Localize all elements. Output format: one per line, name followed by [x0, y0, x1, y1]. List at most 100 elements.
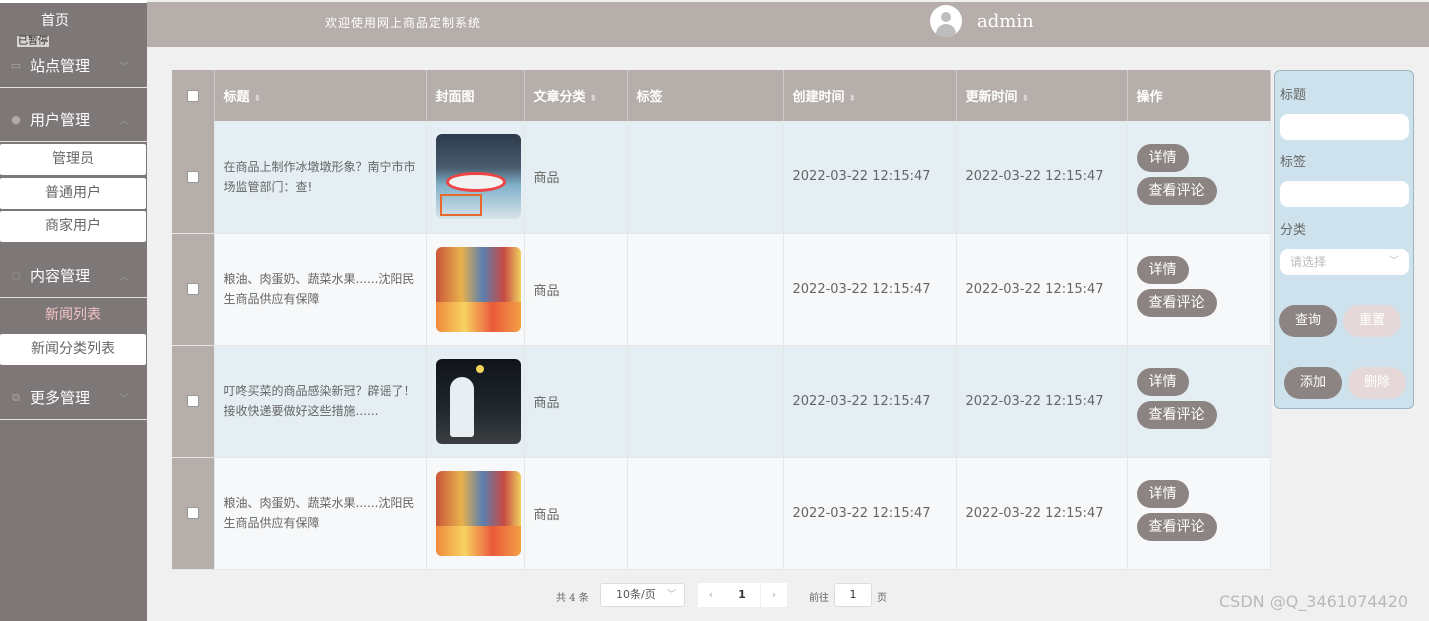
table-row: 粮油、肉蛋奶、蔬菜水果......沈阳民生商品供应有保障 商品 2022-03-… [172, 233, 1271, 346]
reset-button[interactable]: 重置 [1343, 305, 1401, 337]
system-title: 欢迎使用网上商品定制系统 [325, 16, 482, 30]
cover-cell [426, 121, 525, 234]
table-header-row: 标题 ⬍ 封面图 文章分类 ⬍ 标签 创建时间 ⬍ 更新时间 ⬍ 操作 [172, 70, 1271, 121]
watermark: CSDN @Q_3461074420 [1219, 592, 1409, 611]
view-comments-button[interactable]: 查看评论 [1136, 176, 1217, 205]
tag-filter-label: 标签 [1280, 155, 1307, 170]
title-cell: 叮咚买菜的商品感染新冠？辟谣了！接收快递要做好这些措施...... [214, 345, 427, 458]
row-checkbox[interactable] [186, 170, 199, 183]
monitor-icon: ▭ [10, 59, 22, 72]
prev-page-button[interactable]: ‹ [698, 583, 724, 607]
category-cell: 商品 [524, 457, 628, 570]
cover-fruit-shape [435, 301, 521, 332]
detail-button[interactable]: 详情 [1136, 256, 1189, 284]
cover-image[interactable] [435, 470, 521, 556]
category-cell: 商品 [524, 121, 628, 234]
column-cover: 封面图 [426, 70, 525, 121]
detail-button[interactable]: 详情 [1136, 480, 1189, 508]
menu-user-management[interactable]: ● 用户管理 ︿ [0, 98, 147, 142]
column-updated[interactable]: 更新时间 ⬍ [956, 70, 1128, 121]
tag-filter-input[interactable] [1280, 181, 1409, 207]
pagination: 共 4 条 10条/页 ﹀ ‹ 1 › 前往 1 页 [0, 583, 1429, 607]
cover-fruit-shape [435, 525, 521, 556]
tag-cell [627, 345, 784, 458]
updated-cell: 2022-03-22 12:15:47 [956, 233, 1128, 346]
actions-cell: 详情 查看评论 [1127, 457, 1271, 570]
view-comments-button[interactable]: 查看评论 [1136, 289, 1217, 317]
row-select-cell [172, 233, 215, 346]
row-checkbox[interactable] [186, 283, 199, 295]
sidebar-item-news-categories[interactable]: 新闻分类列表 [0, 334, 146, 365]
actions-cell: 详情 查看评论 [1127, 233, 1271, 346]
goto-page-input[interactable]: 1 [834, 583, 872, 607]
sidebar-item-merchant-users[interactable]: 商家用户 [0, 211, 146, 242]
row-checkbox[interactable] [186, 395, 199, 407]
news-table: 标题 ⬍ 封面图 文章分类 ⬍ 标签 创建时间 ⬍ 更新时间 ⬍ 操作 在商品上制作冰墩… [172, 70, 1271, 570]
query-button[interactable]: 查询 [1279, 305, 1337, 337]
actions-cell: 详情 查看评论 [1127, 345, 1271, 458]
view-comments-button[interactable]: 查看评论 [1136, 513, 1217, 541]
menu-more-management[interactable]: ⧉ 更多管理 ﹀ [0, 376, 147, 420]
copy-icon: ⧉ [12, 390, 20, 404]
sidebar-home-link[interactable]: 首页 [0, 10, 110, 30]
next-page-button[interactable]: › [761, 583, 787, 607]
view-comments-button[interactable]: 查看评论 [1136, 401, 1217, 429]
column-label: 封面图 [435, 90, 475, 105]
category-cell: 商品 [524, 345, 628, 458]
total-count: 共 4 条 [556, 593, 589, 604]
menu-content-management[interactable]: ◌ 内容管理 ︿ [0, 254, 147, 298]
sort-icon[interactable]: ⬍ [590, 94, 598, 104]
username[interactable]: admin [977, 11, 1034, 32]
column-created[interactable]: 创建时间 ⬍ [783, 70, 957, 121]
column-tag: 标签 [627, 70, 784, 121]
chevron-down-icon: ﹀ [1389, 256, 1399, 267]
page-size-select[interactable]: 10条/页 ﹀ [600, 583, 685, 607]
chevron-up-icon: ︿ [119, 272, 129, 283]
cover-image[interactable] [435, 246, 521, 332]
tag-cell [627, 121, 784, 234]
sidebar-top-border [0, 0, 147, 3]
delete-button[interactable]: 删除 [1348, 367, 1406, 399]
cover-plate-shape [445, 172, 506, 193]
add-button[interactable]: 添加 [1284, 367, 1342, 399]
cover-cell [426, 345, 525, 458]
page-unit-label: 页 [877, 593, 887, 604]
cover-image[interactable] [435, 358, 521, 444]
detail-button[interactable]: 详情 [1136, 368, 1189, 396]
user-icon: ● [11, 113, 21, 126]
column-label: 更新时间 [965, 90, 1018, 105]
current-page[interactable]: 1 [724, 583, 760, 607]
menu-site-management[interactable]: ▭ 站点管理 ﹀ [0, 44, 147, 88]
tag-cell [627, 457, 784, 570]
cover-light-shape [475, 364, 484, 373]
row-checkbox[interactable] [186, 507, 199, 519]
title-cell: 在商品上制作冰墩墩形象？南宁市市场监管部门：查! [214, 121, 427, 234]
top-header: 欢迎使用网上商品定制系统 admin [147, 2, 1429, 47]
column-title[interactable]: 标题 ⬍ [214, 70, 427, 121]
column-label: 标签 [636, 90, 663, 105]
page-size-value: 10条/页 [616, 588, 656, 601]
avatar[interactable] [930, 5, 962, 37]
column-label: 文章分类 [533, 90, 586, 105]
sort-icon[interactable]: ⬍ [254, 94, 262, 104]
avatar-head-shape [941, 12, 951, 22]
goto-label: 前往 [809, 593, 829, 604]
cover-person-shape [449, 376, 474, 437]
actions-cell: 详情 查看评论 [1127, 121, 1271, 234]
sidebar-item-news-list[interactable]: 新闻列表 [0, 300, 146, 331]
sidebar-item-admins[interactable]: 管理员 [0, 144, 146, 175]
sort-icon[interactable]: ⬍ [849, 94, 857, 104]
select-all-checkbox[interactable] [186, 89, 199, 102]
title-cell: 粮油、肉蛋奶、蔬菜水果......沈阳民生商品供应有保障 [214, 233, 427, 346]
detail-button[interactable]: 详情 [1136, 143, 1189, 172]
title-filter-input[interactable] [1280, 114, 1409, 140]
cover-cell [426, 457, 525, 570]
column-label: 标题 [223, 90, 250, 105]
sidebar-item-normal-users[interactable]: 普通用户 [0, 178, 146, 209]
sort-icon[interactable]: ⬍ [1022, 94, 1030, 104]
category-filter-select[interactable]: 请选择 ﹀ [1280, 249, 1409, 275]
cover-image[interactable] [435, 134, 521, 220]
created-cell: 2022-03-22 12:15:47 [783, 121, 957, 234]
chevron-down-icon: ﹀ [119, 394, 129, 405]
column-category[interactable]: 文章分类 ⬍ [524, 70, 628, 121]
